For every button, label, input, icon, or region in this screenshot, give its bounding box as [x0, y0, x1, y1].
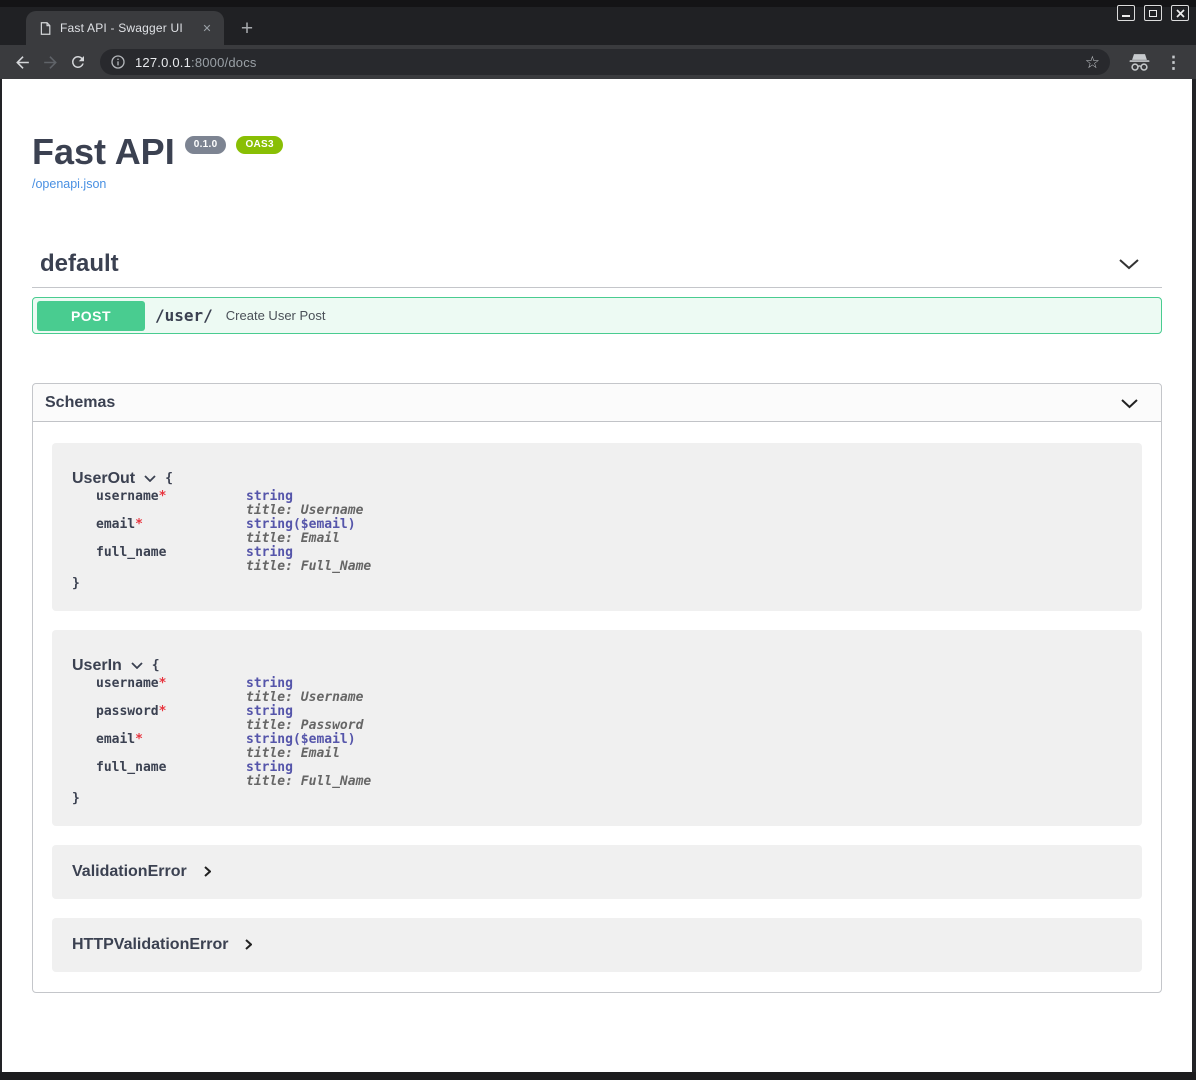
reload-button[interactable] [64, 48, 92, 76]
property-name: email [96, 517, 135, 532]
schemas-body: UserOut { username* stringtitle: Usernam… [33, 422, 1161, 992]
property-type: string [246, 705, 363, 719]
required-star: * [159, 489, 167, 504]
endpoint-summary: Create User Post [226, 308, 326, 323]
browser-window: Fast API - Swagger UI ✕ + 127.0.0.1:8000… [0, 0, 1196, 1080]
model-card-userout: UserOut { username* stringtitle: Usernam… [52, 443, 1142, 611]
property-type: string [246, 761, 371, 775]
model-toggle-httpvalidationerror[interactable]: HTTPValidationError [72, 936, 1122, 953]
url-path: :8000/docs [191, 55, 257, 70]
property-type: string [246, 490, 363, 504]
property-type: string [246, 677, 363, 691]
property-title: title: Password [246, 719, 363, 733]
open-brace: { [152, 658, 160, 673]
chevron-down-icon [131, 662, 143, 669]
window-minimize-button[interactable] [1117, 5, 1135, 21]
close-brace: } [72, 791, 1122, 806]
property-row: full_name stringtitle: Full_Name [72, 761, 1122, 789]
property-name: password [96, 704, 159, 719]
endpoint-row-post-user[interactable]: POST /user/ Create User Post [32, 297, 1162, 334]
schemas-title: Schemas [45, 394, 115, 412]
property-type: string($email) [246, 733, 356, 747]
required-star: * [135, 732, 143, 747]
address-bar[interactable]: 127.0.0.1:8000/docs ☆ [100, 49, 1110, 75]
browser-menu-icon[interactable]: ⋮ [1165, 54, 1182, 71]
window-close-button[interactable] [1171, 5, 1189, 21]
chevron-down-icon [144, 475, 156, 482]
browser-toolbar: 127.0.0.1:8000/docs ☆ ⋮ [0, 45, 1196, 79]
page-favicon-icon [40, 22, 51, 35]
browser-tab[interactable]: Fast API - Swagger UI ✕ [26, 11, 224, 45]
toolbar-right: ⋮ [1128, 53, 1182, 72]
property-row: password* stringtitle: Password [72, 705, 1122, 733]
back-button[interactable] [8, 48, 36, 76]
model-name: UserIn [72, 657, 122, 674]
forward-button[interactable] [36, 48, 64, 76]
property-type: string($email) [246, 518, 356, 532]
property-name: username [96, 676, 159, 691]
property-row: full_name stringtitle: Full_Name [72, 546, 1122, 574]
tab-strip: Fast API - Swagger UI ✕ + [0, 0, 1196, 45]
openapi-json-link[interactable]: /openapi.json [32, 177, 106, 191]
model-name: ValidationError [72, 863, 187, 880]
incognito-icon[interactable] [1128, 53, 1151, 72]
property-list: username* stringtitle: Username password… [72, 677, 1122, 789]
swagger-page: Fast API 0.1.0 OAS3 /openapi.json defaul… [0, 79, 1196, 1072]
model-toggle-validationerror[interactable]: ValidationError [72, 863, 1122, 880]
chevron-down-icon [1118, 258, 1140, 270]
version-badge: 0.1.0 [185, 136, 227, 154]
property-title: title: Full_Name [246, 560, 371, 574]
http-method-badge: POST [37, 301, 145, 331]
property-name: email [96, 732, 135, 747]
property-row: username* stringtitle: Username [72, 677, 1122, 705]
api-title: Fast API [32, 134, 175, 170]
required-star: * [135, 517, 143, 532]
site-info-icon[interactable] [110, 54, 126, 70]
url-text: 127.0.0.1:8000/docs [135, 55, 1085, 70]
new-tab-button[interactable]: + [234, 16, 260, 42]
model-toggle-userout[interactable]: UserOut { [72, 470, 1122, 487]
property-name: username [96, 489, 159, 504]
open-brace: { [165, 471, 173, 486]
tag-section-header[interactable]: default [32, 250, 1162, 288]
model-name: HTTPValidationError [72, 936, 228, 953]
oas3-badge: OAS3 [236, 136, 282, 154]
tab-title: Fast API - Swagger UI [60, 21, 198, 35]
model-card-validationerror: ValidationError [52, 845, 1142, 899]
api-header: Fast API 0.1.0 OAS3 [32, 134, 1162, 170]
model-name: UserOut [72, 470, 135, 487]
property-list: username* stringtitle: Username email* s… [72, 490, 1122, 574]
property-name: full_name [96, 545, 166, 560]
tag-name: default [40, 250, 119, 278]
schemas-section: Schemas UserOut { [32, 383, 1162, 993]
property-name: full_name [96, 760, 166, 775]
property-row: username* stringtitle: Username [72, 490, 1122, 518]
property-type: string [246, 546, 371, 560]
window-maximize-button[interactable] [1144, 5, 1162, 21]
model-card-userin: UserIn { username* stringtitle: Username… [52, 630, 1142, 826]
tab-close-icon[interactable]: ✕ [198, 19, 216, 37]
property-row: email* string($email)title: Email [72, 518, 1122, 546]
window-controls [1117, 5, 1189, 21]
property-title: title: Email [246, 747, 356, 761]
property-title: title: Username [246, 691, 363, 705]
property-title: title: Email [246, 532, 356, 546]
required-star: * [159, 704, 167, 719]
model-card-httpvalidationerror: HTTPValidationError [52, 918, 1142, 972]
schemas-header[interactable]: Schemas [33, 384, 1161, 422]
required-star: * [159, 676, 167, 691]
model-toggle-userin[interactable]: UserIn { [72, 657, 1122, 674]
chevron-down-icon [1120, 398, 1139, 409]
chevron-right-icon [204, 866, 211, 877]
property-row: email* string($email)title: Email [72, 733, 1122, 761]
close-brace: } [72, 576, 1122, 591]
endpoint-path: /user/ [155, 306, 213, 325]
property-title: title: Full_Name [246, 775, 371, 789]
bookmark-star-icon[interactable]: ☆ [1085, 54, 1100, 71]
window-bottom-edge [0, 1072, 1196, 1080]
property-title: title: Username [246, 504, 363, 518]
url-host: 127.0.0.1 [135, 55, 191, 70]
chevron-right-icon [245, 939, 252, 950]
